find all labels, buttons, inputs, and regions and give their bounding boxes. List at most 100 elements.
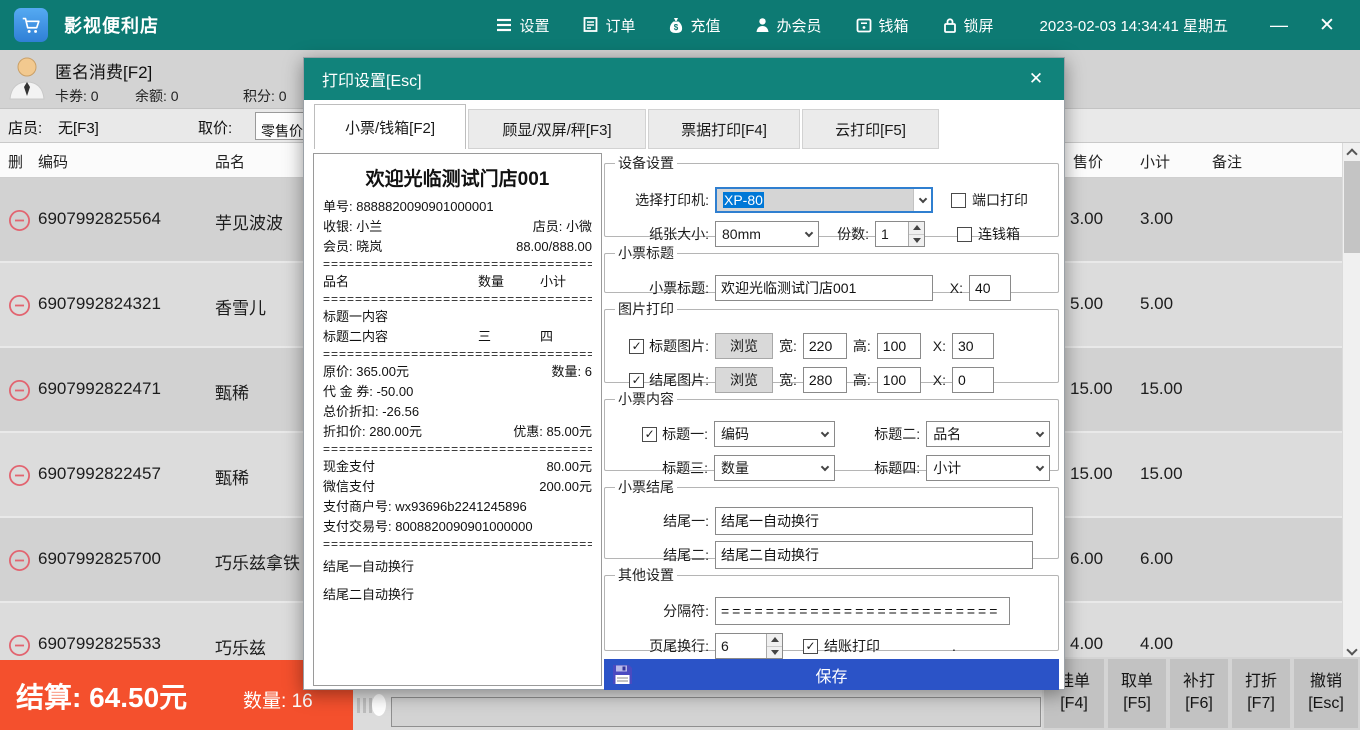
- header1-checkbox[interactable]: ✓: [642, 427, 657, 442]
- discount-button[interactable]: 打折[F7]: [1232, 659, 1290, 728]
- device-settings-group: 设备设置 选择打印机: XP-80 端口打印 纸张大小: 80mm: [604, 153, 1059, 237]
- receipt-title-label: 小票标题:: [613, 278, 709, 298]
- item-code: 6907992825533: [38, 634, 161, 654]
- port-print-checkbox[interactable]: [951, 193, 966, 208]
- header-height-input[interactable]: [877, 333, 921, 359]
- header-image-checkbox[interactable]: ✓: [629, 339, 644, 354]
- menu-recharge[interactable]: $ 充值: [669, 15, 720, 36]
- header2-label: 标题二:: [857, 424, 920, 444]
- close-button[interactable]: ✕: [1312, 14, 1342, 37]
- barcode-scan-input[interactable]: [391, 697, 1041, 727]
- delete-item-icon[interactable]: [8, 294, 31, 317]
- bottom-strip: [353, 690, 1042, 730]
- delete-item-icon[interactable]: [8, 379, 31, 402]
- tab-invoice-print[interactable]: 票据打印[F4]: [648, 109, 800, 149]
- cash-drawer-checkbox[interactable]: [957, 227, 972, 242]
- receipt-content-group: 小票内容 ✓标题一: 编码 标题二: 品名 标题三: 数量 标题四: 小计: [604, 389, 1059, 471]
- receipt-cashier-line: 收银: 小兰店员: 小微: [323, 217, 592, 237]
- receipt-footer-legend: 小票结尾: [615, 477, 677, 497]
- page-wrap-stepper[interactable]: 6: [715, 633, 783, 659]
- save-button[interactable]: 保存: [604, 659, 1059, 690]
- item-subtotal: 15.00: [1140, 464, 1183, 484]
- item-code: 6907992822471: [38, 379, 161, 399]
- menu-cashbox-label: 钱箱: [879, 15, 909, 36]
- delete-item-icon[interactable]: [8, 464, 31, 487]
- wrap-down-icon[interactable]: [767, 647, 782, 659]
- header-name: 品名: [215, 151, 245, 172]
- menu-membership[interactable]: 办会员: [755, 15, 822, 36]
- wrap-up-icon[interactable]: [767, 634, 782, 647]
- points-stat: 积分: 0: [243, 86, 287, 106]
- header1-select[interactable]: 编码: [714, 421, 835, 447]
- dialog-close-icon[interactable]: ✕: [1024, 69, 1048, 89]
- clerk-label: 店员:: [8, 117, 42, 138]
- receipt-merchant-line: 支付商户号: wx93696b2241245896: [323, 497, 592, 517]
- header2-dropdown-icon[interactable]: [1031, 422, 1049, 446]
- anonymous-customer-button[interactable]: 匿名消费[F2]: [55, 58, 152, 83]
- header2-value: 品名: [933, 424, 1031, 444]
- separator-input[interactable]: [715, 597, 1010, 625]
- clerk-select-button[interactable]: 无[F3]: [58, 117, 99, 138]
- item-price: 15.00: [1070, 464, 1113, 484]
- delete-item-icon[interactable]: [8, 549, 31, 572]
- price-mode-label: 取价:: [198, 117, 232, 138]
- dialog-title: 打印设置[Esc]: [322, 67, 422, 91]
- item-name: 甄稀: [215, 464, 249, 489]
- stray-dot: .: [952, 638, 956, 654]
- header-width-input[interactable]: [803, 333, 847, 359]
- checkout-quantity: 数量: 16: [243, 686, 313, 713]
- header1-dropdown-icon[interactable]: [816, 422, 834, 446]
- delete-item-icon[interactable]: [8, 209, 31, 232]
- other-settings-legend: 其他设置: [615, 565, 677, 585]
- receipt-title-input[interactable]: [715, 275, 933, 301]
- printer-value: XP-80: [723, 192, 764, 208]
- cancel-order-button[interactable]: 撤销[Esc]: [1294, 659, 1358, 728]
- footer1-input[interactable]: [715, 507, 1033, 535]
- printer-select[interactable]: XP-80: [715, 187, 933, 213]
- item-name: 香雪儿: [215, 294, 266, 319]
- receipt-footer-group: 小票结尾 结尾一: 结尾二:: [604, 477, 1059, 559]
- balance-stat: 余额: 0: [135, 86, 179, 106]
- item-price: 4.00: [1070, 634, 1103, 654]
- tab-cloud-print[interactable]: 云打印[F5]: [802, 109, 939, 149]
- footer-height-label: 高:: [853, 370, 871, 390]
- item-name: 芋见波波: [215, 209, 283, 234]
- header4-label: 标题四:: [857, 458, 920, 478]
- header-image-browse-button[interactable]: 浏览: [715, 333, 773, 359]
- header2-select[interactable]: 品名: [926, 421, 1050, 447]
- menu-cashbox[interactable]: 钱箱: [856, 15, 909, 36]
- table-scrollbar[interactable]: [1342, 143, 1360, 660]
- checkout-bar[interactable]: 结算: 64.50元 数量: 16: [0, 660, 353, 730]
- footer-image-checkbox[interactable]: ✓: [629, 373, 644, 388]
- title-x-label: X:: [939, 280, 963, 296]
- orders-receipt-icon: [583, 17, 598, 33]
- retrieve-order-button[interactable]: 取单[F5]: [1108, 659, 1166, 728]
- reprint-button[interactable]: 补打[F6]: [1170, 659, 1228, 728]
- tab-customer-display[interactable]: 顾显/双屏/秤[F3]: [468, 109, 646, 149]
- scroll-up-icon[interactable]: [1343, 143, 1360, 160]
- paper-size-label: 纸张大小:: [613, 224, 709, 244]
- minimize-button[interactable]: —: [1264, 15, 1294, 36]
- item-code: 6907992822457: [38, 464, 161, 484]
- menu-settings[interactable]: 设置: [496, 15, 549, 36]
- cash-drawer-label: 连钱箱: [978, 224, 1020, 244]
- top-menu: 设置 订单 $ 充值 办会员 钱箱 锁屏: [496, 15, 993, 36]
- header-x-input[interactable]: [952, 333, 994, 359]
- tab-receipt-cashbox[interactable]: 小票/钱箱[F2]: [314, 104, 466, 149]
- printer-dropdown-icon[interactable]: [913, 189, 931, 211]
- menu-lockscreen[interactable]: 锁屏: [943, 15, 994, 36]
- delete-item-icon[interactable]: [8, 634, 31, 657]
- print-settings-dialog: 打印设置[Esc] ✕ 小票/钱箱[F2] 顾显/双屏/秤[F3] 票据打印[F…: [303, 57, 1065, 690]
- checkout-print-checkbox[interactable]: ✓: [803, 639, 818, 654]
- receipt-discount-price-line: 折扣价: 280.00元优惠: 85.00元: [323, 422, 592, 442]
- paper-size-value: 80mm: [722, 226, 800, 242]
- header3-label: 标题三:: [613, 458, 708, 478]
- menu-orders[interactable]: 订单: [583, 15, 635, 36]
- copies-up-icon[interactable]: [909, 222, 924, 235]
- receipt-title: 欢迎光临测试门店001: [323, 164, 592, 191]
- dialog-titlebar: 打印设置[Esc] ✕: [304, 58, 1064, 100]
- cashbox-drawer-icon: [856, 18, 872, 33]
- svg-text:$: $: [674, 23, 679, 32]
- scrollbar-thumb[interactable]: [1344, 161, 1360, 253]
- title-x-input[interactable]: [969, 275, 1011, 301]
